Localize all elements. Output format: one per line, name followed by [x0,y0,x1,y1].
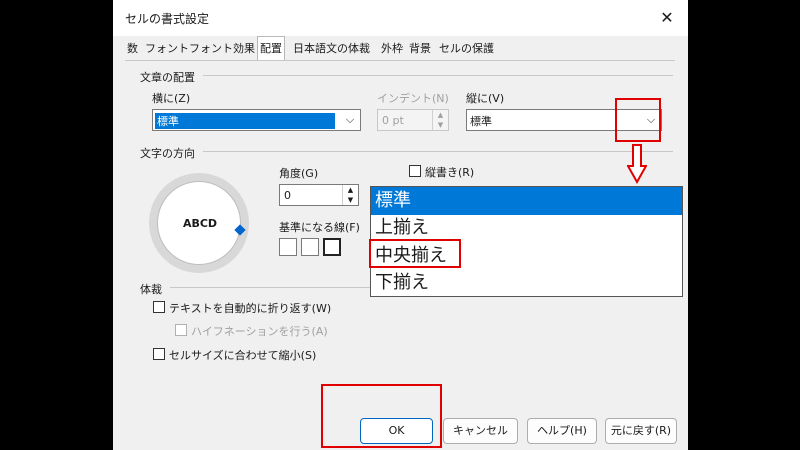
angle-label: 角度(G) [279,167,319,180]
rotation-dial[interactable]: ABCD [149,173,249,273]
annotation-box-middle [369,239,461,268]
chevron-down-icon[interactable]: ⌵ [340,110,360,130]
edge-top-icon[interactable] [301,238,319,256]
horizontal-value: 標準 [155,113,335,129]
tab-background[interactable]: 背景 [407,38,433,60]
angle-spinner[interactable]: 0 ▲ ▼ [279,184,359,206]
reference-edge-label: 基準になる線(F) [279,221,360,234]
annotation-down-arrow-icon [627,144,647,184]
wrap-checkbox[interactable] [153,301,165,313]
section-divider [203,75,673,76]
edge-inside-icon[interactable] [323,238,341,256]
tab-asian-typography[interactable]: 日本語文の体裁 [291,38,372,60]
help-button[interactable]: ヘルプ(H) [527,418,597,444]
dial-handle-icon[interactable] [234,224,246,236]
close-icon[interactable]: ✕ [654,6,680,30]
indent-label: インデント(N) [377,92,449,105]
vertical-label: 縦に(V) [466,92,505,105]
shrink-label: セルサイズに合わせて縮小(S) [169,349,317,362]
dialog-title: セルの書式設定 [125,12,210,26]
properties-heading: 体裁 [140,283,162,296]
reset-button[interactable]: 元に戻す(R) [605,418,677,444]
option-standard[interactable]: 標準 [371,187,682,215]
option-bottom[interactable]: 下揃え [371,269,682,297]
tab-font-effects[interactable]: フォント効果 [187,38,257,60]
spin-arrows-icon[interactable]: ▲ ▼ [342,185,358,205]
vertical-stack-label: 縦書き(R) [425,166,475,179]
wrap-label: テキストを自動的に折り返す(W) [169,302,332,315]
vertical-stack-checkbox[interactable] [409,165,421,177]
annotation-box-ok [321,384,442,448]
text-direction-heading: 文字の方向 [140,147,195,160]
option-top[interactable]: 上揃え [371,214,682,242]
shrink-checkbox[interactable] [153,348,165,360]
text-alignment-heading: 文章の配置 [140,71,195,84]
horizontal-combo[interactable]: 標準 ⌵ [152,109,361,131]
horizontal-label: 横に(Z) [152,92,191,105]
section-divider [203,151,673,152]
angle-value: 0 [284,189,291,202]
section-divider [170,287,370,288]
tab-font[interactable]: フォント [143,38,191,60]
hyphenation-label: ハイフネーションを行う(A) [191,325,328,338]
cancel-button[interactable]: キャンセル [443,418,518,444]
vertical-value: 標準 [470,115,492,128]
title-bar: セルの書式設定 ✕ [113,0,688,36]
indent-spinner: 0 pt ▲ ▼ [377,109,449,131]
edge-bottom-icon[interactable] [279,238,297,256]
indent-value: 0 pt [382,114,404,127]
tab-cell-protection[interactable]: セルの保護 [437,38,496,60]
tab-alignment[interactable]: 配置 [257,36,285,61]
annotation-box-dropdown [615,98,661,142]
tab-borders[interactable]: 外枠 [379,38,405,60]
dial-sample-text: ABCD [182,217,218,230]
tab-numbers[interactable]: 数 [125,38,140,60]
dial-face: ABCD [157,181,246,265]
spin-arrows-icon: ▲ ▼ [432,110,448,130]
hyphenation-checkbox [175,324,187,336]
